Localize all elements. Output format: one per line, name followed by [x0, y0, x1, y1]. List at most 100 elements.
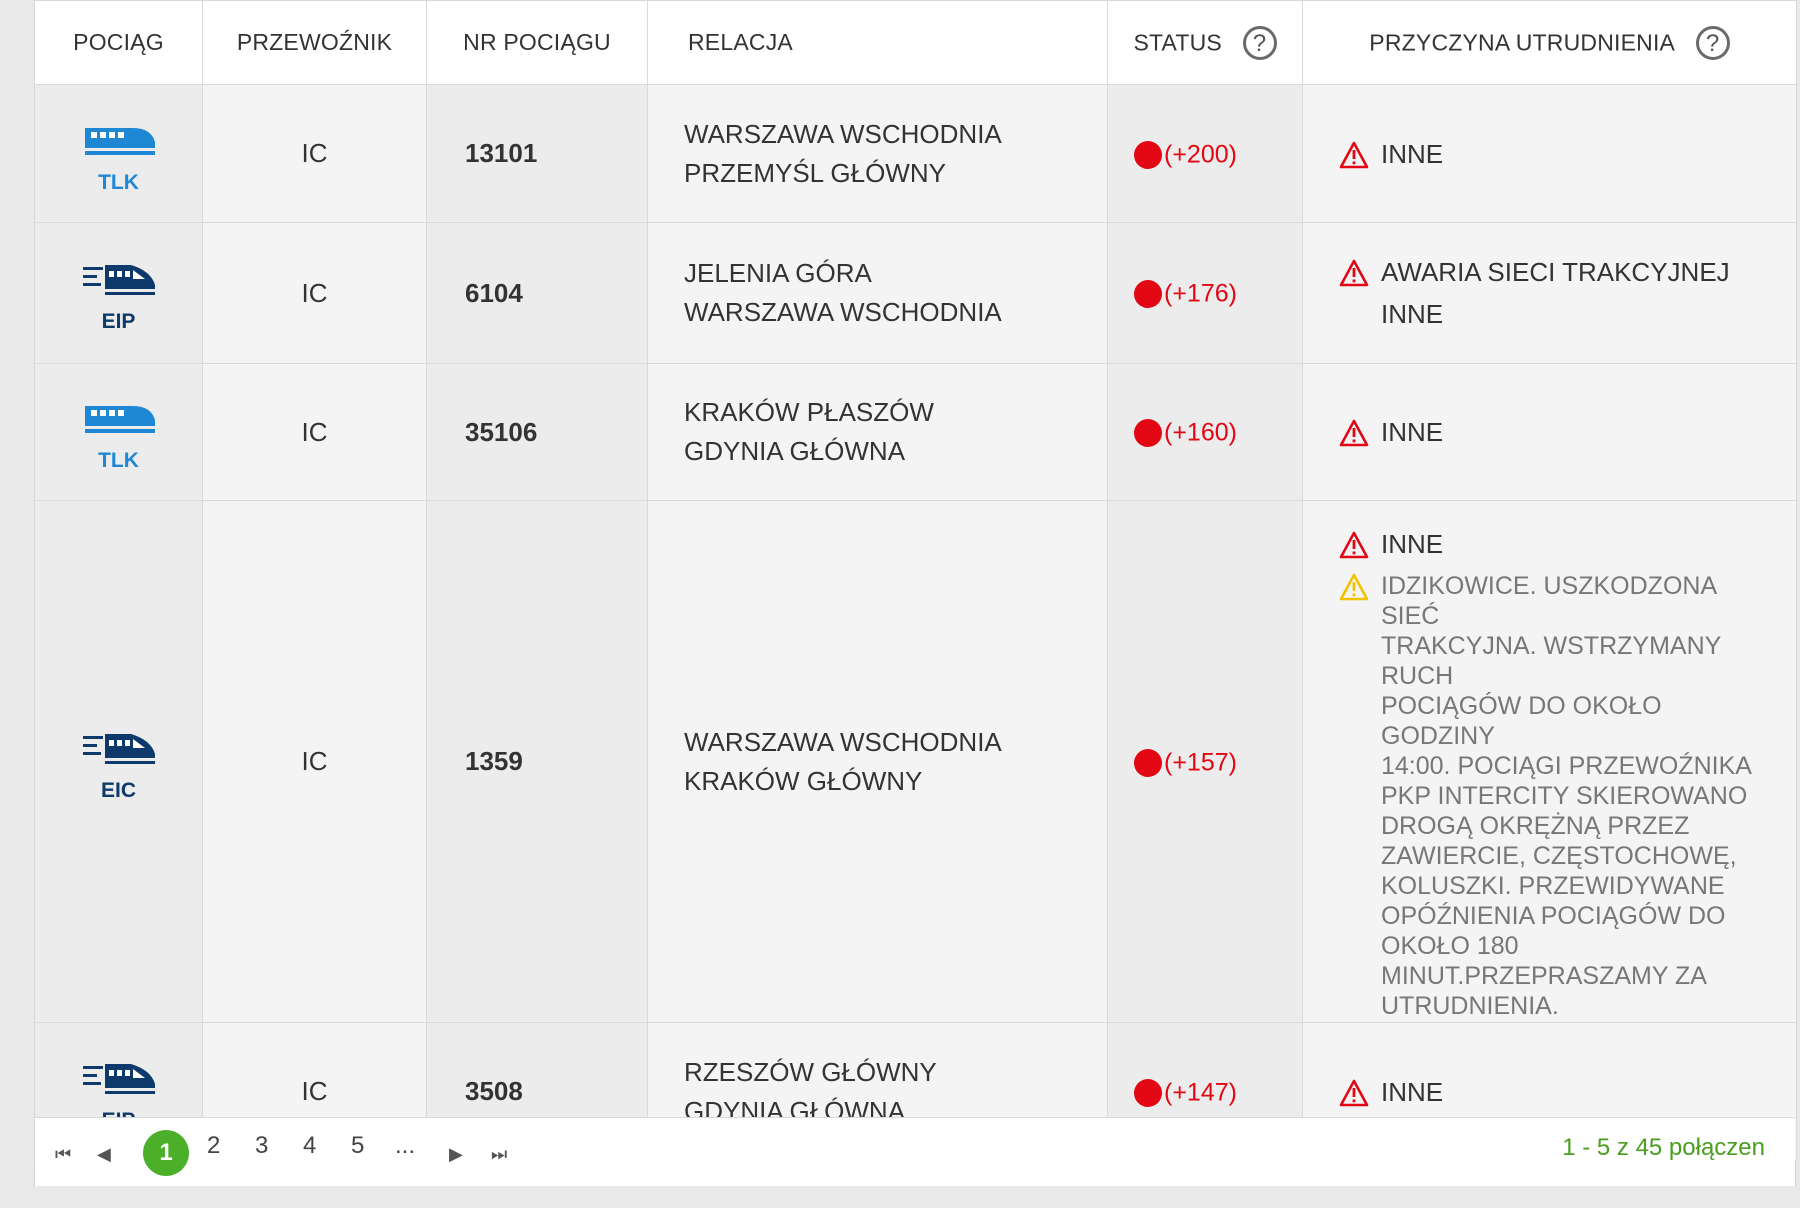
pagination-page-3[interactable]: 3	[255, 1132, 268, 1160]
note-line: PKP INTERCITY SKIEROWANO	[1381, 782, 1748, 810]
previous-page-icon[interactable]: ◀	[97, 1144, 111, 1165]
carrier-text: IC	[301, 1076, 328, 1106]
pagination-ellipsis[interactable]: ...	[395, 1132, 415, 1160]
table-row[interactable]: EIC IC 1359 WARSZAWA WSCHODNIA KRAKÓW GŁÓWNY…	[34, 500, 1797, 1023]
delay-status-dot-icon	[1134, 1078, 1162, 1107]
reason-text: INNE	[1381, 138, 1444, 169]
status-header-label: STATUS	[1133, 29, 1222, 55]
delay-minutes: (+160)	[1164, 418, 1237, 447]
reason-item: INNE	[1339, 529, 1795, 559]
note-line: DROGĄ OKRĘŻNĄ PRZEZ	[1381, 812, 1690, 840]
column-header-reason: PRZYCZYNA UTRUDNIENIA ?	[1302, 0, 1797, 85]
delay-minutes: (+176)	[1164, 279, 1237, 308]
reason-cell: INNE	[1302, 363, 1797, 501]
table-row[interactable]: TLK IC 13101 WARSZAWA WSCHODNIA PRZEMYŚL GŁÓ…	[34, 84, 1797, 223]
reason-text: AWARIA SIECI TRAKCYJNEJ	[1381, 257, 1730, 287]
reason-item: INNE	[1339, 1077, 1795, 1107]
train-eip-icon	[81, 1048, 157, 1106]
carrier-cell: IC	[202, 84, 427, 223]
pagination-summary: 1 - 5 z 45 połączen	[1562, 1134, 1765, 1161]
carrier-text: IC	[301, 138, 328, 168]
delay-minutes: (+147)	[1164, 1078, 1237, 1107]
status-cell: (+200)	[1107, 84, 1303, 223]
reason-cell: INNE IDZIKOWICE. USZKODZONA SIEĆ TRAKCYJNA…	[1302, 500, 1797, 1023]
warning-icon	[1339, 531, 1369, 559]
route-to: WARSZAWA WSCHODNIA	[684, 297, 1002, 327]
pagination-page-5[interactable]: 5	[351, 1132, 364, 1160]
table-row[interactable]: TLK IC 35106 KRAKÓW PŁASZÓW GDYNIA GŁÓWNA (+1…	[34, 363, 1797, 501]
train-type-label: TLK	[98, 170, 139, 194]
table-row[interactable]: EIP IC 6104 JELENIA GÓRA WARSZAWA WSCHODNIA (…	[34, 222, 1797, 364]
route-from: JELENIA GÓRA	[684, 258, 872, 288]
delays-panel: POCIĄG PRZEWOŹNIK NR POCIĄGU RELACJA STA…	[34, 0, 1797, 1186]
train-number-cell: 1359	[426, 500, 648, 1023]
delay-status-dot-icon	[1134, 140, 1162, 169]
note-line: MINUT.PRZEPRASZAMY ZA	[1381, 962, 1707, 990]
pagination-page-4[interactable]: 4	[303, 1132, 316, 1160]
warning-icon	[1339, 141, 1369, 168]
column-header-number[interactable]: NR POCIĄGU	[426, 0, 648, 85]
carrier-cell: IC	[202, 222, 427, 364]
route-cell: KRAKÓW PŁASZÓW GDYNIA GŁÓWNA	[647, 363, 1108, 501]
route-to: PRZEMYŚL GŁÓWNY	[684, 157, 946, 188]
next-page-icon[interactable]: ▶	[449, 1144, 463, 1165]
delay-status-dot-icon	[1134, 748, 1162, 777]
column-header-route[interactable]: RELACJA	[647, 0, 1108, 85]
train-type-label: TLK	[98, 449, 139, 472]
pagination: ⏮ ◀ 1 2 3 4 5 ... ▶ ⏭ 1 - 5 z 45 połącze…	[35, 1117, 1795, 1186]
delay-minutes: (+157)	[1164, 748, 1237, 777]
reason-note: IDZIKOWICE. USZKODZONA SIEĆ TRAKCYJNA. WS…	[1339, 571, 1795, 1021]
column-header-train[interactable]: POCIĄG	[34, 0, 203, 85]
status-cell: (+160)	[1107, 363, 1303, 501]
carrier-cell: IC	[202, 363, 427, 501]
note-line: IDZIKOWICE. USZKODZONA SIEĆ	[1381, 572, 1716, 630]
train-tlk-icon	[81, 388, 157, 446]
note-line: 14:00. POCIĄGI PRZEWOŹNIKA	[1381, 752, 1752, 780]
train-number: 35106	[465, 416, 538, 447]
delays-table: POCIĄG PRZEWOŹNIK NR POCIĄGU RELACJA STA…	[34, 0, 1797, 1161]
train-type-cell: EIP	[34, 222, 203, 364]
train-type-cell: EIC	[34, 500, 203, 1023]
reason-text: INNE	[1381, 417, 1444, 447]
carrier-text: IC	[301, 746, 328, 776]
train-tlk-icon	[81, 110, 157, 168]
reason-item: AWARIA SIECI TRAKCYJNEJ	[1339, 257, 1795, 287]
note-line: UTRUDNIENIA.	[1381, 992, 1559, 1020]
route-from: WARSZAWA WSCHODNIA	[684, 726, 1002, 757]
note-line: OPÓŹNIENIA POCIĄGÓW DO	[1381, 902, 1726, 930]
column-header-status: STATUS ?	[1107, 0, 1303, 85]
delay-status-dot-icon	[1134, 280, 1162, 309]
pagination-page-2[interactable]: 2	[207, 1132, 220, 1160]
reason-header-label: PRZYCZYNA UTRUDNIENIA	[1369, 29, 1676, 55]
reason-text: INNE	[1381, 1076, 1444, 1107]
train-type-label: EIP	[101, 310, 136, 333]
train-number: 13101	[465, 138, 538, 168]
carrier-text: IC	[301, 277, 328, 308]
column-header-carrier[interactable]: PRZEWOŹNIK	[202, 0, 427, 85]
route-cell: JELENIA GÓRA WARSZAWA WSCHODNIA	[647, 222, 1108, 364]
status-cell: (+176)	[1107, 222, 1303, 364]
status-help-icon[interactable]: ?	[1242, 25, 1277, 60]
note-line: OKOŁO 180	[1381, 932, 1519, 960]
train-type-label: EIC	[100, 778, 136, 802]
caution-icon	[1339, 573, 1369, 601]
reason-item: INNE	[1339, 139, 1795, 169]
status-cell: (+157)	[1107, 500, 1303, 1023]
reason-text: INNE	[1381, 529, 1444, 559]
pagination-current-page[interactable]: 1	[143, 1130, 189, 1176]
warning-icon	[1339, 419, 1369, 447]
carrier-text: IC	[301, 416, 328, 447]
carrier-cell: IC	[202, 500, 427, 1023]
reason-item: INNE	[1339, 299, 1795, 329]
note-text: IDZIKOWICE. USZKODZONA SIEĆ TRAKCYJNA. WS…	[1381, 571, 1761, 1021]
route-from: RZESZÓW GŁÓWNY	[684, 1056, 937, 1087]
note-line: ZAWIERCIE, CZĘSTOCHOWĘ,	[1381, 842, 1737, 870]
last-page-icon[interactable]: ⏭	[491, 1144, 507, 1165]
train-number-cell: 13101	[426, 84, 648, 223]
route-from: WARSZAWA WSCHODNIA	[684, 118, 1002, 149]
train-number-cell: 35106	[426, 363, 648, 501]
route-cell: WARSZAWA WSCHODNIA KRAKÓW GŁÓWNY	[647, 500, 1108, 1023]
first-page-icon[interactable]: ⏮	[55, 1144, 71, 1165]
reason-help-icon[interactable]: ?	[1695, 25, 1730, 60]
train-number: 6104	[465, 277, 523, 308]
